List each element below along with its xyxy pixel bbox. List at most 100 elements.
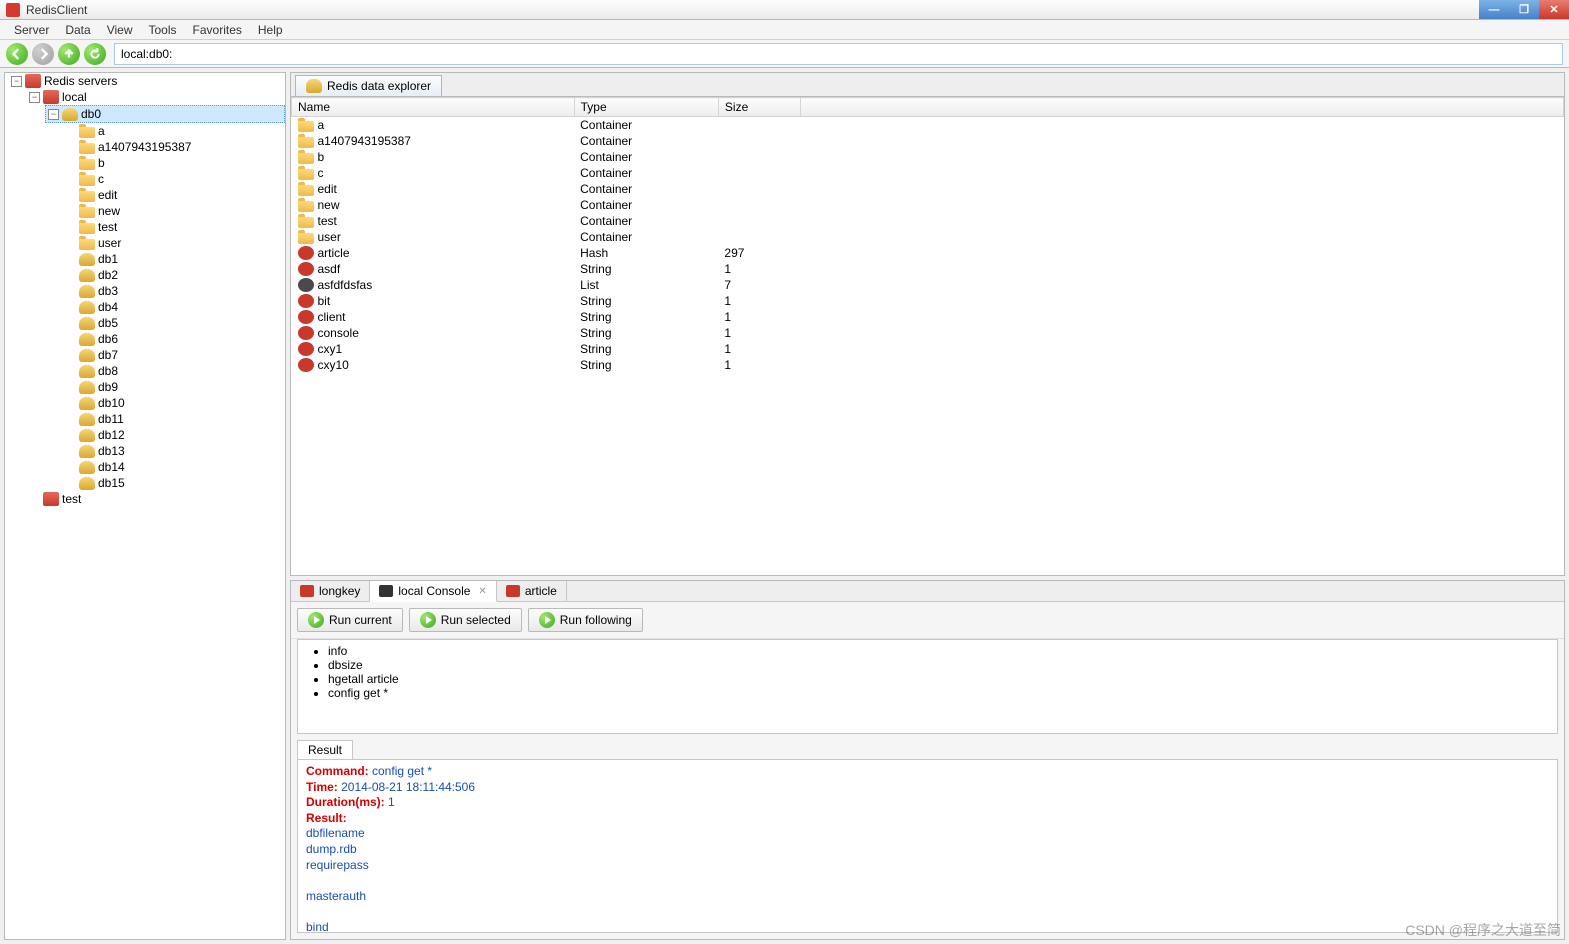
table-row[interactable]: asdfString1 xyxy=(292,261,1564,277)
db-icon xyxy=(79,413,95,426)
table-row[interactable]: articleHash297 xyxy=(292,245,1564,261)
cell-type: Container xyxy=(574,197,718,213)
menu-favorites[interactable]: Favorites xyxy=(185,23,250,37)
expand-icon[interactable]: − xyxy=(48,109,59,120)
minimize-button[interactable]: — xyxy=(1479,0,1509,19)
column-header[interactable]: Size xyxy=(718,98,800,117)
tree-db[interactable]: db3 xyxy=(63,283,285,299)
tab-data-explorer[interactable]: Redis data explorer xyxy=(295,75,442,96)
tree-db[interactable]: db6 xyxy=(63,331,285,347)
folder-icon xyxy=(79,127,95,138)
table-row[interactable]: consoleString1 xyxy=(292,325,1564,341)
menu-data[interactable]: Data xyxy=(57,23,98,37)
tree-local[interactable]: − local xyxy=(27,89,285,105)
table-row[interactable]: editContainer xyxy=(292,181,1564,197)
expand-icon[interactable]: − xyxy=(11,76,22,87)
cell-size xyxy=(718,197,800,213)
bottom-tab[interactable]: article xyxy=(497,581,567,601)
tree-folder[interactable]: a1407943195387 xyxy=(63,139,285,155)
breadcrumb-input[interactable]: local:db0: xyxy=(114,43,1563,65)
tree-db[interactable]: db8 xyxy=(63,363,285,379)
tab-label: article xyxy=(525,584,557,598)
tree-folder[interactable]: user xyxy=(63,235,285,251)
tree-db[interactable]: db15 xyxy=(63,475,285,491)
tree-db[interactable]: db9 xyxy=(63,379,285,395)
tree-db[interactable]: db4 xyxy=(63,299,285,315)
menu-help[interactable]: Help xyxy=(250,23,291,37)
tab-result[interactable]: Result xyxy=(297,740,353,759)
tree-db[interactable]: db7 xyxy=(63,347,285,363)
tree-db[interactable]: db1 xyxy=(63,251,285,267)
cell-type: String xyxy=(574,293,718,309)
db-icon xyxy=(79,317,95,330)
folder-icon xyxy=(79,143,95,154)
tree-folder[interactable]: test xyxy=(63,219,285,235)
forward-button[interactable] xyxy=(32,43,54,65)
window-title: RedisClient xyxy=(26,3,1479,17)
table-row[interactable]: aContainer xyxy=(292,117,1564,134)
key-type-icon xyxy=(298,185,314,196)
tree-folder[interactable]: c xyxy=(63,171,285,187)
table-row[interactable]: testContainer xyxy=(292,213,1564,229)
close-button[interactable]: ✕ xyxy=(1539,0,1569,19)
tree-label: edit xyxy=(98,188,117,202)
table-row[interactable]: bContainer xyxy=(292,149,1564,165)
tree-db[interactable]: db12 xyxy=(63,427,285,443)
command-line[interactable]: info xyxy=(328,644,1549,658)
maximize-button[interactable]: ❐ xyxy=(1509,0,1539,19)
back-button[interactable] xyxy=(6,43,28,65)
run-button[interactable]: Run following xyxy=(528,608,643,632)
table-row[interactable]: bitString1 xyxy=(292,293,1564,309)
table-row[interactable]: cxy1String1 xyxy=(292,341,1564,357)
key-type-icon xyxy=(298,233,314,244)
explorer-table: NameTypeSize aContainera1407943195387Con… xyxy=(291,97,1564,373)
tree-db[interactable]: db10 xyxy=(63,395,285,411)
run-button[interactable]: Run current xyxy=(297,608,403,632)
menu-tools[interactable]: Tools xyxy=(141,23,185,37)
close-icon[interactable]: ✕ xyxy=(478,586,486,597)
tree-db[interactable]: db2 xyxy=(63,267,285,283)
bottom-tab[interactable]: local Console✕ xyxy=(370,581,496,602)
tree-root[interactable]: − Redis servers xyxy=(9,73,285,89)
key-type-icon xyxy=(298,217,314,228)
result-output[interactable]: Command: config get *Time: 2014-08-21 18… xyxy=(297,759,1558,933)
command-line[interactable]: config get * xyxy=(328,686,1549,700)
up-button[interactable] xyxy=(58,43,80,65)
folder-icon xyxy=(79,175,95,186)
sidebar-tree[interactable]: − Redis servers − local xyxy=(4,72,286,940)
explorer-table-wrap[interactable]: NameTypeSize aContainera1407943195387Con… xyxy=(291,97,1564,575)
column-header[interactable]: Name xyxy=(292,98,575,117)
tree-db[interactable]: db13 xyxy=(63,443,285,459)
bottom-tab[interactable]: longkey xyxy=(291,581,370,601)
tree-label: b xyxy=(98,156,105,170)
table-row[interactable]: a1407943195387Container xyxy=(292,133,1564,149)
tree-test[interactable]: test xyxy=(27,491,285,507)
menu-server[interactable]: Server xyxy=(6,23,57,37)
tree-folder[interactable]: b xyxy=(63,155,285,171)
tree-db[interactable]: db14 xyxy=(63,459,285,475)
cell-size: 1 xyxy=(718,325,800,341)
cell-size: 1 xyxy=(718,293,800,309)
command-line[interactable]: dbsize xyxy=(328,658,1549,672)
tree-db0[interactable]: − db0 xyxy=(45,105,285,123)
tree-label: db3 xyxy=(98,284,118,298)
command-line[interactable]: hgetall article xyxy=(328,672,1549,686)
refresh-button[interactable] xyxy=(84,43,106,65)
table-row[interactable]: cxy10String1 xyxy=(292,357,1564,373)
table-row[interactable]: newContainer xyxy=(292,197,1564,213)
tree-db[interactable]: db11 xyxy=(63,411,285,427)
expand-icon[interactable]: − xyxy=(29,92,40,103)
table-row[interactable]: clientString1 xyxy=(292,309,1564,325)
tree-folder[interactable]: a xyxy=(63,123,285,139)
tree-folder[interactable]: edit xyxy=(63,187,285,203)
table-row[interactable]: cContainer xyxy=(292,165,1564,181)
column-header[interactable]: Type xyxy=(574,98,718,117)
tree-db[interactable]: db5 xyxy=(63,315,285,331)
table-row[interactable]: asfdfdsfasList7 xyxy=(292,277,1564,293)
menu-view[interactable]: View xyxy=(99,23,141,37)
cell-name: a xyxy=(318,118,325,132)
command-editor[interactable]: infodbsizehgetall articleconfig get * xyxy=(297,639,1558,734)
tree-folder[interactable]: new xyxy=(63,203,285,219)
table-row[interactable]: userContainer xyxy=(292,229,1564,245)
run-button[interactable]: Run selected xyxy=(409,608,522,632)
